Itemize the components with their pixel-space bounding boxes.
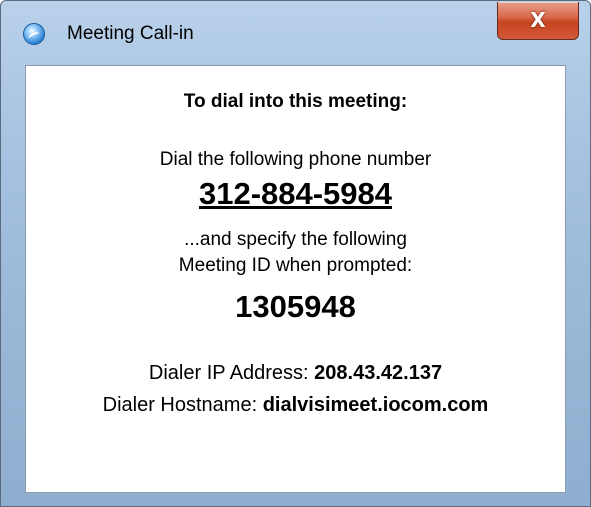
close-button[interactable]: X	[497, 2, 579, 40]
window-title: Meeting Call-in	[67, 23, 194, 44]
specify-instruction: ...and specify the following	[184, 229, 407, 250]
dialer-ip-value: 208.43.42.137	[314, 362, 443, 384]
dial-instruction: Dial the following phone number	[159, 149, 432, 170]
app-globe-icon	[23, 23, 45, 45]
meeting-id-instruction: Meeting ID when prompted:	[178, 255, 413, 276]
phone-number: 312-884-5984	[198, 176, 393, 211]
dialer-hostname-label: Dialer Hostname:	[102, 394, 263, 416]
dialog-content: To dial into this meeting: Dial the foll…	[25, 65, 566, 493]
meeting-id: 1305948	[235, 289, 356, 324]
dial-heading: To dial into this meeting:	[183, 91, 408, 112]
dialer-hostname-value: dialvisimeet.iocom.com	[262, 394, 489, 416]
close-icon: X	[530, 8, 546, 32]
dialer-ip-label: Dialer IP Address:	[148, 362, 315, 384]
dialer-hostname: Dialer Hostname: dialvisimeet.iocom.com	[26, 394, 565, 417]
meeting-call-in-window: Meeting Call-in X To dial into this meet…	[0, 0, 591, 507]
title-bar[interactable]: Meeting Call-in X	[1, 1, 590, 65]
dialer-ip-address: Dialer IP Address: 208.43.42.137	[26, 362, 565, 385]
